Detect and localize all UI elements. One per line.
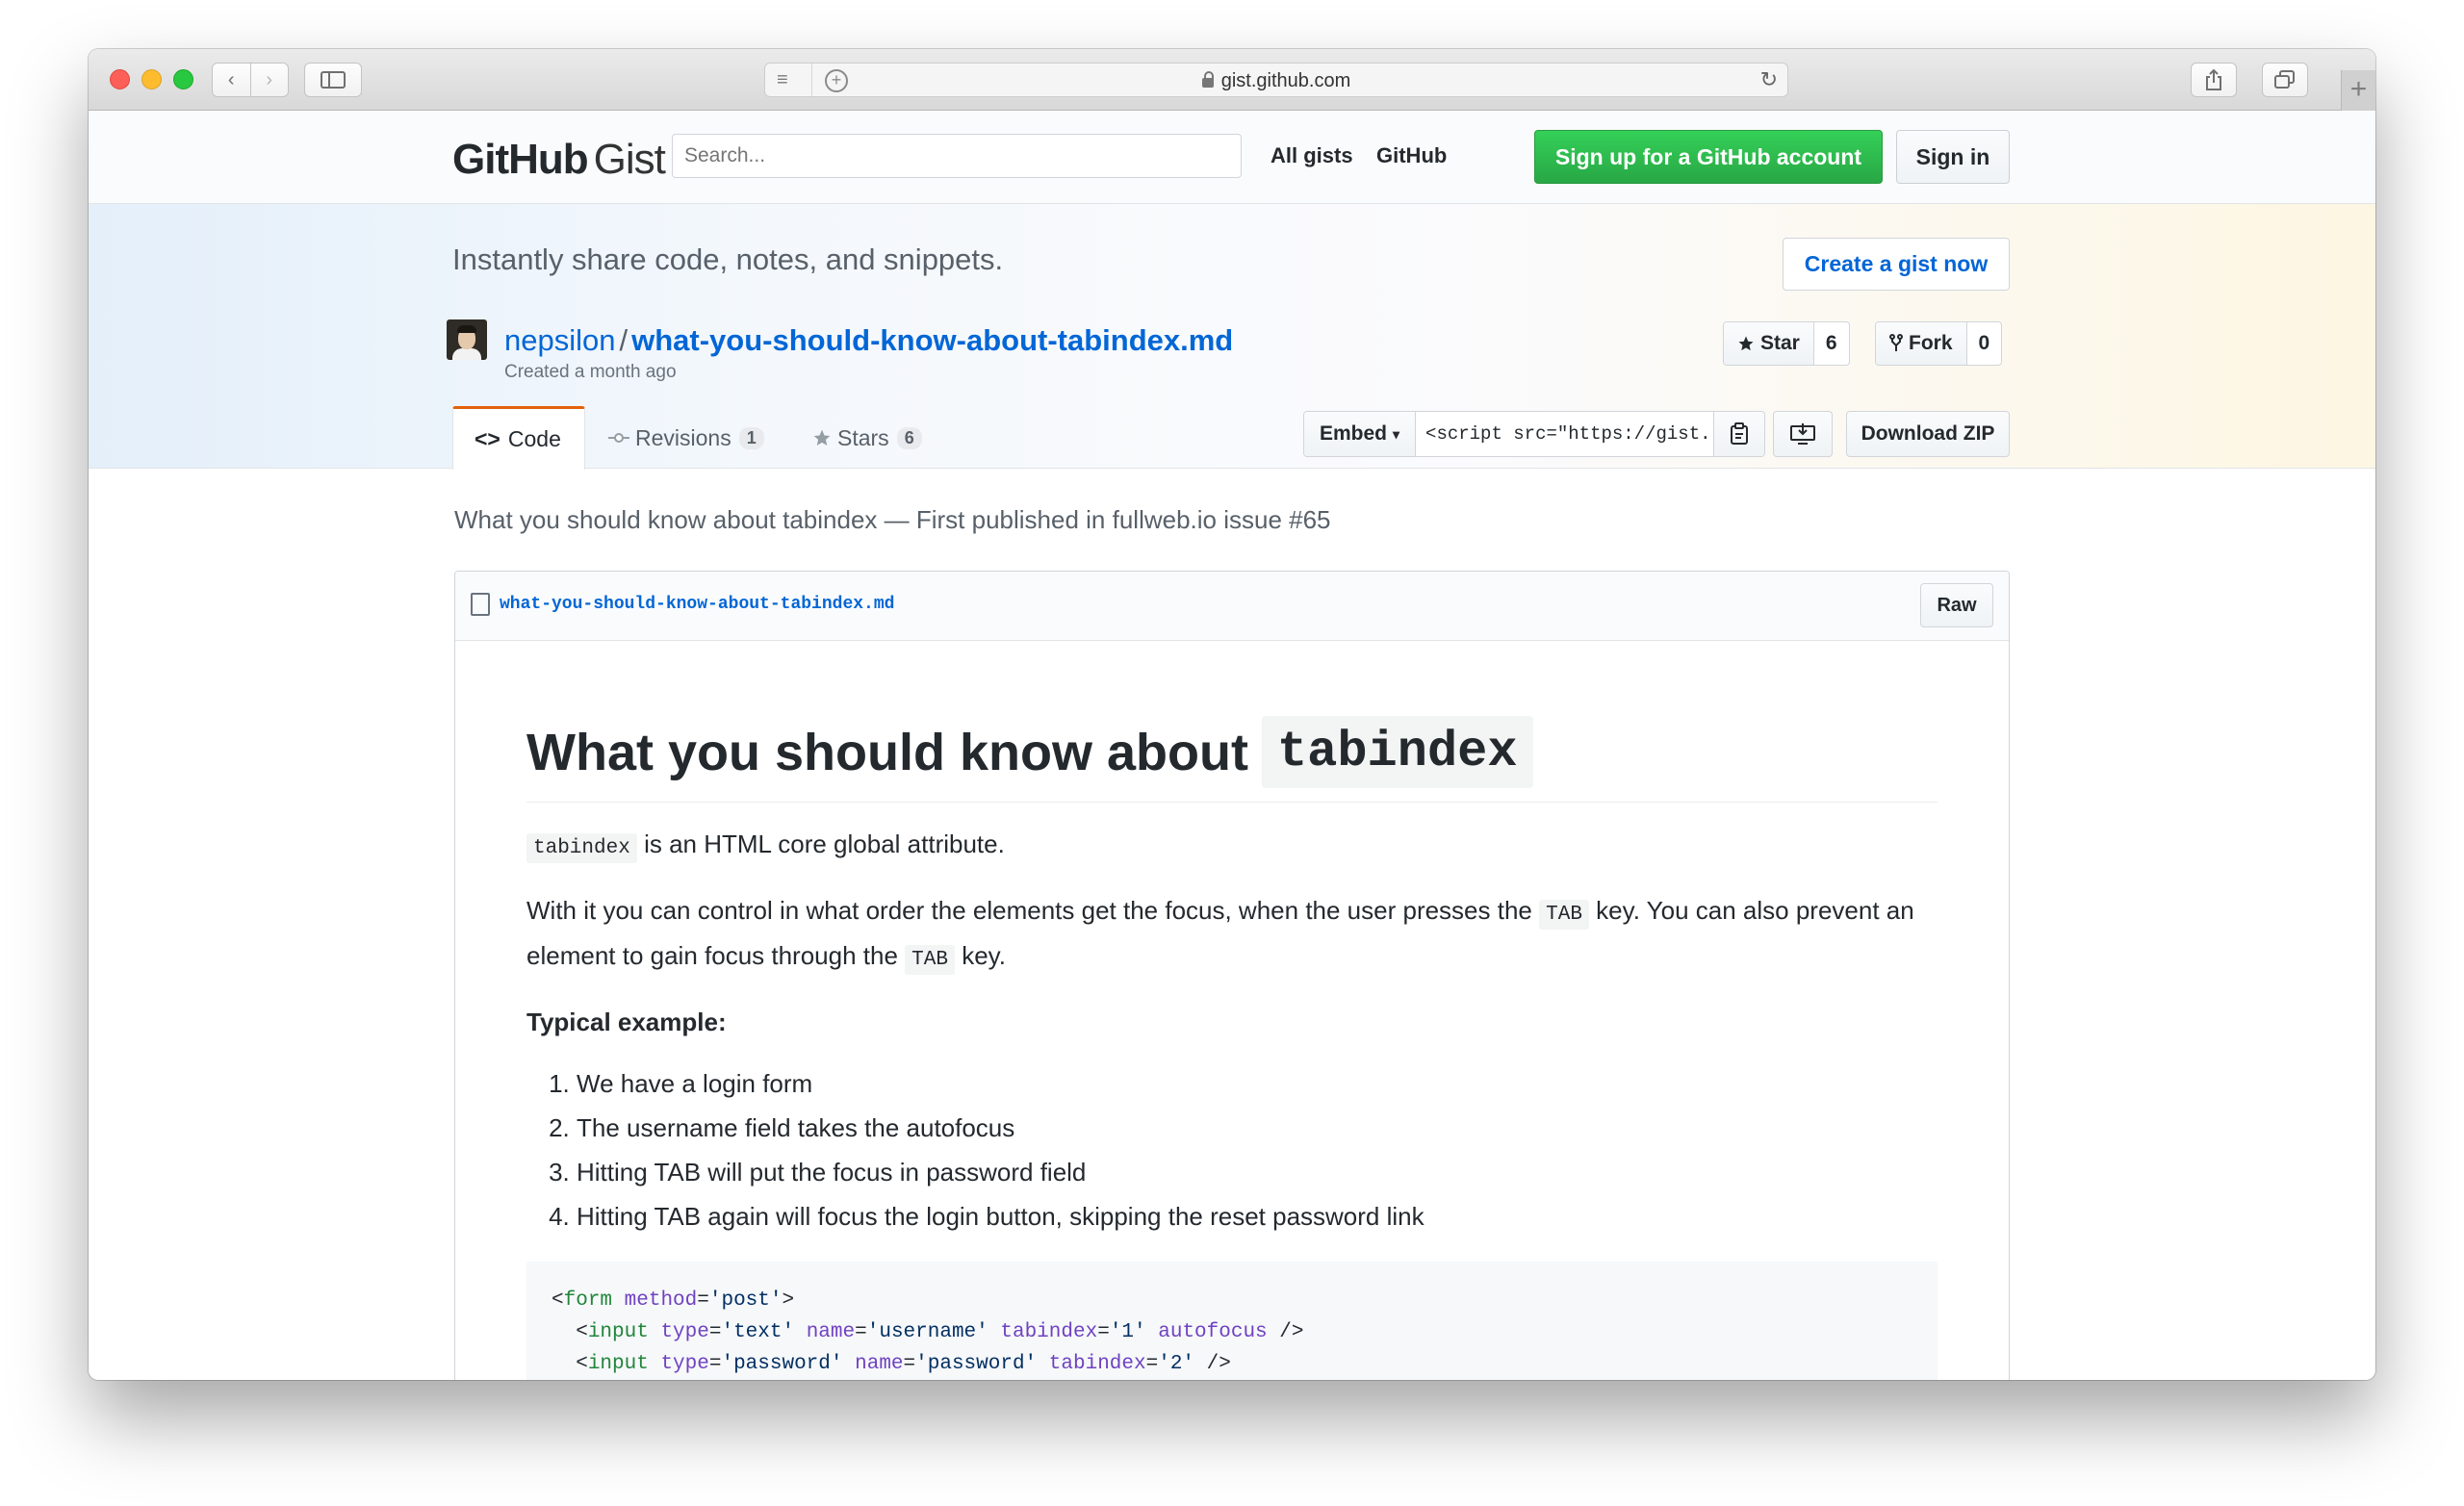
code-icon: <> [475,426,500,451]
share-button[interactable] [2191,63,2237,97]
close-window-button[interactable] [110,69,130,89]
created-timestamp: Created a month ago [504,362,677,382]
site-header: GitHubGist All gists GitHub Sign up for … [89,111,2375,204]
code-line: <form method='post'> [552,1289,795,1312]
minimize-window-button[interactable] [141,69,162,89]
desktop-download-icon [1790,423,1815,445]
open-desktop-button[interactable] [1773,411,1833,457]
address-bar[interactable]: ≡ + gist.github.com ↻ [764,63,1788,97]
paragraph: With it you can control in what order th… [526,890,1938,981]
list-item: The username field takes the autofocus [577,1106,1938,1150]
embed-dropdown[interactable]: Embed ▾ [1304,412,1417,456]
file-container: what-you-should-know-about-tabindex.md R… [454,571,2010,1380]
stars-count: 6 [896,426,922,449]
star-button-group: Star 6 [1723,321,1850,366]
tagline: Instantly share code, notes, and snippet… [452,242,1004,276]
signup-button[interactable]: Sign up for a GitHub account [1534,130,1883,184]
nav-github-link[interactable]: GitHub [1376,143,1447,168]
star-button[interactable]: Star [1724,322,1814,365]
gist-name-link[interactable]: what-you-should-know-about-tabindex.md [631,323,1233,357]
caret-down-icon: ▾ [1393,425,1400,442]
file-code-icon [471,593,490,616]
code-line: <input type='password' name='password' t… [552,1353,1231,1375]
fork-button-group: Fork 0 [1875,321,2003,366]
gist-hero: Instantly share code, notes, and snippet… [89,204,2375,470]
typical-example-heading: Typical example: [526,1008,727,1036]
fork-button[interactable]: Fork [1876,322,1967,365]
show-tabs-button[interactable] [2262,63,2308,97]
paragraph: tabindex is an HTML core global attribut… [526,824,1938,869]
create-gist-button[interactable]: Create a gist now [1783,238,2010,291]
revisions-count: 1 [738,426,764,449]
signin-button[interactable]: Sign in [1896,130,2010,184]
url-text: gist.github.com [1220,70,1351,91]
sidebar-toggle-button[interactable] [304,63,362,97]
star-icon [813,429,831,446]
gist-description: What you should know about tabindex — Fi… [454,505,1331,534]
reload-icon[interactable]: ↻ [1760,67,1778,92]
clipboard-icon [1731,422,1748,445]
list-item: Hitting TAB will put the focus in passwo… [577,1150,1938,1194]
browser-window: ‹ › ≡ + gist.github.com ↻ + GitHubGist A… [89,49,2375,1380]
lock-icon [1201,71,1214,88]
tab-code[interactable]: <> Code [452,406,585,470]
github-gist-logo[interactable]: GitHub Gist [452,136,666,184]
new-tab-button[interactable]: + [2341,70,2375,111]
download-zip-button[interactable]: Download ZIP [1846,411,2010,457]
code-line: <input type='text' name='username' tabin… [552,1321,1304,1343]
embed-code-field[interactable]: <script src="https://gist. [1416,412,1714,456]
owner-link[interactable]: nepsilon [504,323,615,357]
browser-titlebar: ‹ › ≡ + gist.github.com ↻ + [89,49,2375,111]
fork-count[interactable]: 0 [1967,322,2002,365]
commit-icon [608,433,629,443]
tab-revisions[interactable]: Revisions 1 [587,406,785,470]
back-arrow-icon[interactable]: ‹ [213,69,250,91]
avatar[interactable] [447,319,487,360]
file-header: what-you-should-know-about-tabindex.md R… [455,572,2009,641]
copy-button[interactable] [1714,412,1764,456]
tabs-overview-icon [2274,70,2295,89]
fork-icon [1889,334,1903,351]
embed-group: Embed ▾ <script src="https://gist. [1303,411,1765,457]
steps-list: We have a login form The username field … [526,1061,1938,1238]
gist-title: nepsilon / what-you-should-know-about-tabi… [504,323,1234,357]
tab-stars[interactable]: Stars 6 [791,406,943,470]
article-heading: What you should know about tabindex [526,716,1938,803]
nav-all-gists-link[interactable]: All gists [1270,143,1353,168]
search-input[interactable] [672,134,1242,178]
back-forward-group: ‹ › [212,63,289,97]
zoom-window-button[interactable] [173,69,193,89]
code-block: <form method='post'> <input type='text' … [526,1262,1938,1380]
forward-arrow-icon[interactable]: › [251,69,289,91]
list-item: Hitting TAB again will focus the login b… [577,1194,1938,1238]
file-name-link[interactable]: what-you-should-know-about-tabindex.md [500,595,894,614]
star-count[interactable]: 6 [1814,322,1849,365]
markdown-body: What you should know about tabindex tabin… [526,716,1938,1380]
sidebar-icon [321,71,346,89]
raw-button[interactable]: Raw [1920,583,1993,627]
share-icon [2206,68,2221,90]
star-icon [1738,336,1754,351]
list-item: We have a login form [577,1061,1938,1106]
